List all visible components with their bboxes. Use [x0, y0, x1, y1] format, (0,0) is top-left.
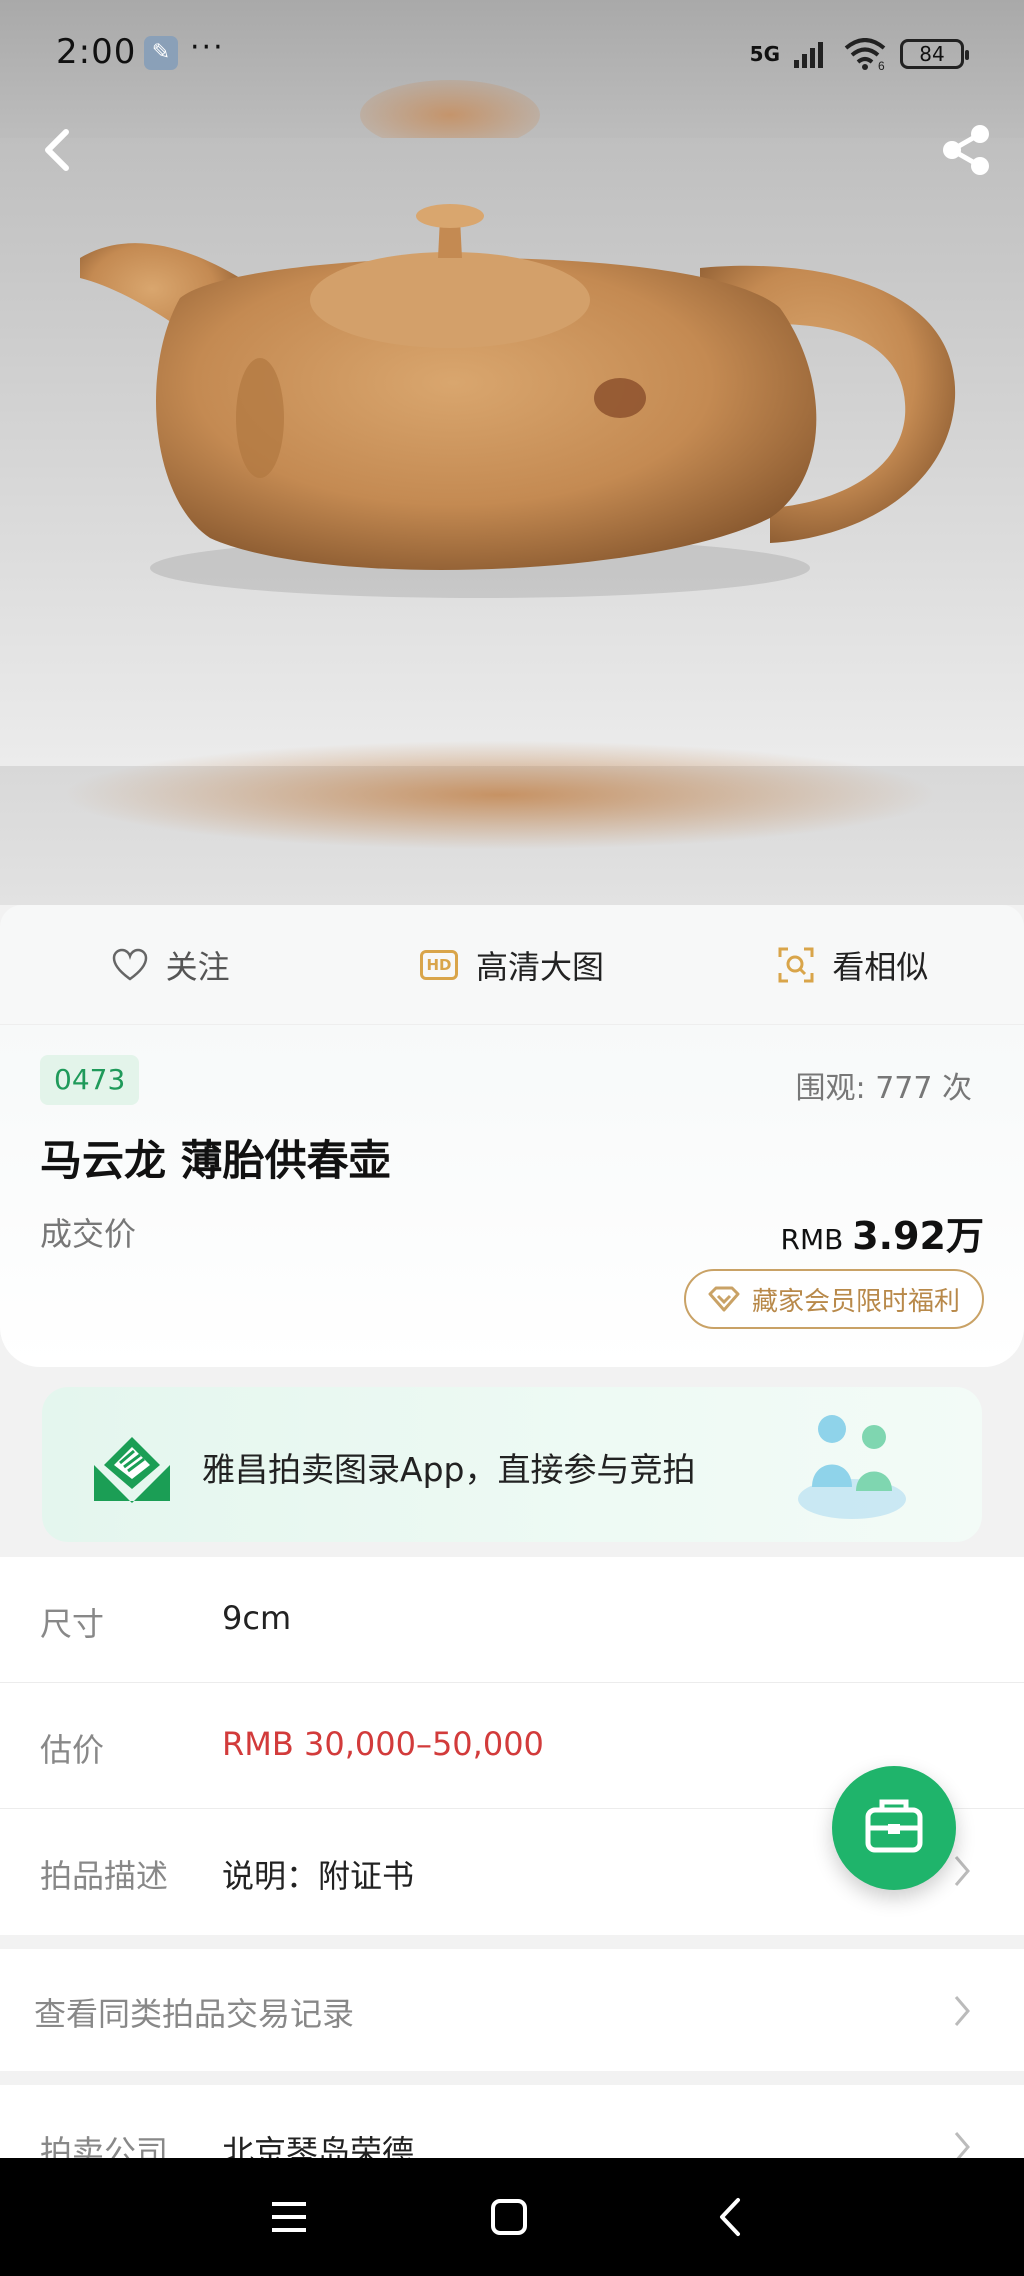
similar-records-link[interactable]: 查看同类拍品交易记录 [0, 1949, 1024, 2071]
size-value: 9cm [222, 1599, 292, 1637]
deal-currency: RMB [780, 1223, 844, 1256]
lot-title: 马云龙 薄胎供春壶 [40, 1136, 391, 1185]
similar-button[interactable]: 看相似 [683, 942, 1024, 988]
teapot-photo[interactable] [0, 138, 1024, 766]
vip-benefit-label: 藏家会员限时福利 [751, 1286, 960, 1317]
home-nav-button[interactable] [482, 2190, 536, 2244]
status-time: 2:00 [56, 32, 137, 72]
action-bar: 关注 HD 高清大图 看相似 [0, 905, 1024, 1025]
app-promo-banner[interactable]: 雅昌拍卖图录App，直接参与竞拍 [42, 1387, 982, 1542]
menu-icon [272, 2202, 306, 2232]
diamond-icon [708, 1286, 740, 1312]
banner-text: 雅昌拍卖图录App，直接参与竞拍 [202, 1450, 696, 1489]
heart-icon [112, 948, 147, 981]
wifi-sub-label: 6 [878, 59, 885, 70]
follow-label: 关注 [165, 947, 230, 986]
share-button[interactable] [936, 120, 996, 180]
wifi-icon: 6 [844, 38, 886, 70]
estimate-value: RMB 30,000–50,000 [222, 1725, 544, 1763]
lot-image-area[interactable] [0, 0, 1024, 905]
size-label: 尺寸 [40, 1605, 105, 1643]
artron-logo-icon [94, 1437, 170, 1503]
status-indicators: 5G 6 84 [749, 36, 969, 72]
more-notifications-icon: ··· [190, 30, 225, 65]
hd-label: 高清大图 [475, 947, 604, 986]
hd-icon: HD [419, 949, 458, 980]
view-count: 围观: 777 次 [795, 1071, 972, 1106]
image-blur-bottom [60, 740, 940, 850]
battery-icon: 84 [900, 39, 969, 69]
back-nav-button[interactable] [704, 2190, 758, 2244]
follow-button[interactable]: 关注 [0, 942, 341, 988]
vip-benefit-button[interactable]: 藏家会员限时福利 [683, 1269, 984, 1329]
section-divider [0, 2071, 1024, 2085]
lot-info-card: 0473 围观: 777 次 马云龙 薄胎供春壶 成交价 RMB 3.92万 藏… [0, 1025, 1024, 1367]
deal-price: RMB 3.92万 [781, 1205, 985, 1260]
lot-number-badge: 0473 [40, 1055, 140, 1105]
system-nav-bar [0, 2158, 1024, 2276]
floating-action-button[interactable] [832, 1766, 956, 1890]
deal-amount: 3.92万 [852, 1214, 984, 1258]
home-square-icon [491, 2199, 527, 2235]
scan-search-icon [778, 947, 814, 982]
share-icon [943, 125, 989, 175]
similar-records-label: 查看同类拍品交易记录 [34, 1995, 355, 2033]
detail-row-size: 尺寸 9cm [0, 1557, 1024, 1683]
back-button[interactable] [28, 120, 88, 180]
back-arrow-icon [45, 129, 69, 171]
wrench-icon: ✎ [144, 36, 178, 70]
teapot-image [80, 204, 956, 598]
deal-price-label: 成交价 [40, 1215, 137, 1253]
briefcase-icon [865, 1799, 923, 1853]
banner-section: 雅昌拍卖图录App，直接参与竞拍 [0, 1367, 1024, 1557]
menu-nav-button[interactable] [262, 2190, 316, 2244]
back-triangle-icon [720, 2198, 740, 2236]
chevron-right-icon [954, 1996, 970, 2026]
estimate-label: 估价 [40, 1731, 105, 1769]
signal-icon [794, 42, 823, 68]
similar-label: 看相似 [832, 947, 929, 986]
bidding-people-illustration [798, 1415, 906, 1519]
hd-image-button[interactable]: HD 高清大图 [341, 942, 682, 988]
network-type: 5G [749, 42, 780, 66]
description-value: 说明：附证书 [222, 1857, 415, 1895]
status-bar: 2:00 ✎ ··· 5G 6 84 [0, 0, 1024, 110]
description-label: 拍品描述 [40, 1857, 169, 1895]
section-divider [0, 1935, 1024, 1949]
